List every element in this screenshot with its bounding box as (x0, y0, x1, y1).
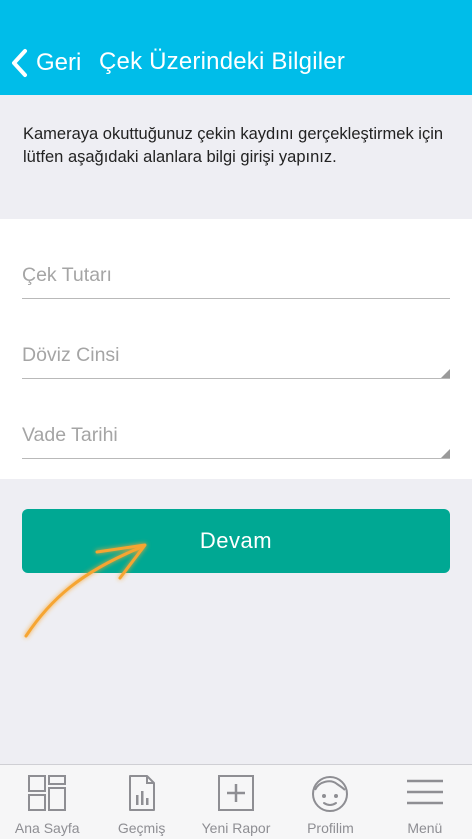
tab-menu[interactable]: Menü (378, 765, 472, 839)
tab-profile[interactable]: Profilim (283, 765, 377, 839)
tab-history[interactable]: Geçmiş (94, 765, 188, 839)
tab-menu-label: Menü (407, 820, 443, 836)
tab-profile-label: Profilim (307, 820, 354, 836)
due-date-placeholder: Vade Tarihi (22, 424, 118, 446)
tab-history-label: Geçmiş (117, 820, 166, 836)
amount-field[interactable]: Çek Tutarı (22, 248, 450, 299)
page-title: Çek Üzerindeki Bilgiler (99, 48, 346, 75)
info-text: Kameraya okuttuğunuz çekin kaydını gerçe… (23, 125, 444, 166)
plus-square-icon (218, 775, 255, 816)
dropdown-triangle-icon (441, 369, 450, 378)
tab-home[interactable]: Ana Sayfa (0, 765, 94, 839)
continue-button[interactable]: Devam (22, 509, 450, 573)
amount-placeholder: Çek Tutarı (22, 264, 112, 286)
dropdown-triangle-icon (441, 449, 450, 458)
back-label: Geri (36, 49, 82, 76)
info-section: Kameraya okuttuğunuz çekin kaydını gerçe… (0, 95, 472, 219)
tab-new-report-label: Yeni Rapor (201, 820, 271, 836)
continue-button-label: Devam (199, 528, 273, 553)
tab-new-report[interactable]: Yeni Rapor (189, 765, 283, 839)
app-header: Geri Çek Üzerindeki Bilgiler (0, 0, 472, 95)
tab-bar: Ana Sayfa Geçmiş Yeni Rapor Profilim Men… (0, 764, 472, 839)
due-date-select[interactable]: Vade Tarihi (22, 408, 450, 459)
currency-placeholder: Döviz Cinsi (22, 344, 120, 366)
check-form: Çek Tutarı Döviz Cinsi Vade Tarihi (0, 219, 472, 479)
grid-icon (28, 775, 67, 816)
back-button[interactable]: Geri (10, 47, 81, 79)
history-chart-icon (128, 775, 156, 816)
chevron-left-icon (10, 48, 28, 78)
currency-select[interactable]: Döviz Cinsi (22, 328, 450, 379)
profile-face-icon (311, 775, 349, 818)
hamburger-menu-icon (406, 775, 444, 814)
tab-home-label: Ana Sayfa (14, 820, 80, 836)
